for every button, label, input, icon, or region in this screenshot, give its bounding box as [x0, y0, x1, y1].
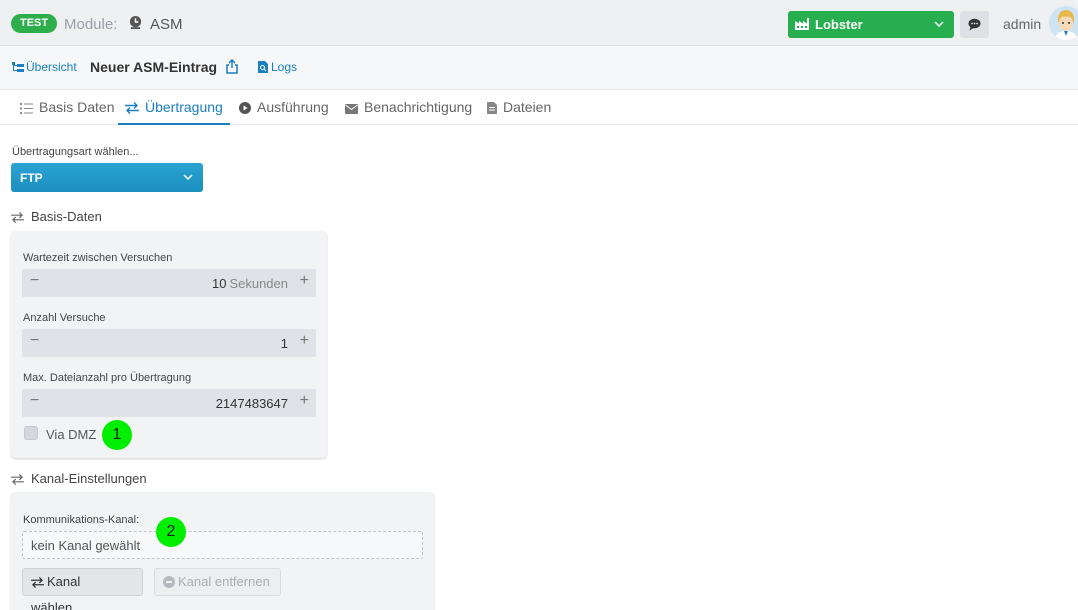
overview-link-label: Übersicht: [26, 60, 77, 74]
via-dmz-checkbox[interactable]: [24, 426, 38, 440]
list-icon: [20, 103, 33, 114]
decrement-button[interactable]: −: [30, 332, 44, 350]
max-files-label: Max. Dateianzahl pro Übertragung: [23, 372, 192, 384]
module-name: ASM: [150, 16, 183, 33]
channel-settings-title: Kanal-Einstellungen: [31, 471, 147, 486]
tab-uebertragung[interactable]: Übertragung: [118, 90, 230, 125]
transfer-type-value: FTP: [20, 171, 43, 185]
export-icon[interactable]: [224, 59, 240, 75]
wait-time-value: 10 Sekunden: [211, 276, 288, 291]
sitemap-icon: [12, 62, 24, 72]
increment-button[interactable]: +: [300, 332, 309, 350]
factory-icon: [795, 18, 809, 30]
increment-button[interactable]: +: [300, 392, 309, 410]
attempts-value: 1: [280, 336, 288, 351]
overview-link[interactable]: Übersicht: [12, 60, 77, 74]
tab-benachrichtigung[interactable]: Benachrichtigung: [345, 90, 472, 125]
play-icon: [239, 102, 251, 114]
tab-bar: Basis Daten Übertragung Ausführung Benac…: [0, 90, 1078, 125]
attempts-stepper[interactable]: − 1 +: [22, 329, 316, 357]
module-label: Module:: [64, 16, 118, 33]
comment-icon: [968, 18, 981, 31]
tab-label: Übertragung: [145, 99, 223, 115]
tab-label: Basis Daten: [39, 99, 115, 115]
minus-circle-icon: [163, 576, 175, 588]
environment-badge: TEST: [11, 14, 58, 33]
basis-daten-heading: Basis-Daten: [11, 209, 102, 224]
tab-label: Dateien: [503, 99, 552, 115]
chevron-down-icon: [934, 21, 944, 28]
transfer-icon: [11, 474, 24, 485]
entry-toolbar: Übersicht Neuer ASM-Eintrag Logs: [0, 46, 1078, 90]
user-avatar[interactable]: [1049, 6, 1078, 40]
chevron-down-icon: [183, 174, 193, 181]
tab-dateien[interactable]: Dateien: [487, 90, 551, 125]
decrement-button[interactable]: −: [30, 272, 44, 290]
transfer-icon: [125, 102, 139, 114]
max-files-value: 2147483647: [215, 396, 288, 411]
tab-ausfuehrung[interactable]: Ausführung: [239, 90, 329, 125]
tenant-select[interactable]: Lobster: [788, 11, 954, 38]
increment-button[interactable]: +: [300, 272, 309, 290]
transfer-type-label: Übertragungsart wählen...: [12, 146, 139, 158]
page-title: Neuer ASM-Eintrag: [90, 59, 218, 75]
tab-label: Ausführung: [257, 99, 329, 115]
wait-time-label: Wartezeit zwischen Versuchen: [23, 252, 173, 264]
attempts-label: Anzahl Versuche: [23, 312, 106, 324]
max-files-stepper[interactable]: − 2147483647 +: [22, 389, 316, 417]
annotation-marker-2: 2: [156, 517, 186, 547]
tenant-label: Lobster: [815, 17, 863, 32]
envelope-icon: [345, 104, 358, 114]
clock-icon: [129, 15, 142, 30]
avatar-icon: [1049, 6, 1078, 40]
channel-settings-heading: Kanal-Einstellungen: [11, 471, 147, 486]
annotation-marker-1: 1: [102, 420, 132, 450]
logs-link-label: Logs: [271, 60, 298, 74]
top-header: TEST Module: ASM Lobster admin: [0, 0, 1078, 46]
channel-field: kein Kanal gewählt: [22, 531, 423, 559]
wait-time-stepper[interactable]: − 10 Sekunden +: [22, 269, 316, 297]
file-search-icon: [258, 61, 268, 73]
remove-channel-button[interactable]: Kanal entfernen: [154, 568, 281, 596]
channel-value: kein Kanal gewählt: [31, 538, 141, 553]
transfer-icon: [11, 212, 24, 223]
choose-channel-button[interactable]: Kanal wählen...: [22, 568, 143, 610]
user-name[interactable]: admin: [1003, 16, 1041, 32]
remove-channel-label: Kanal entfernen: [178, 574, 270, 589]
via-dmz-label[interactable]: Via DMZ: [46, 427, 96, 442]
channel-label: Kommunikations-Kanal:: [23, 514, 140, 526]
tab-basis-daten[interactable]: Basis Daten: [20, 90, 114, 125]
decrement-button[interactable]: −: [30, 392, 44, 410]
transfer-icon: [31, 577, 44, 588]
file-icon: [487, 102, 497, 114]
basis-daten-title: Basis-Daten: [31, 209, 102, 224]
logs-link[interactable]: Logs: [258, 60, 297, 74]
chat-button[interactable]: [960, 11, 989, 38]
transfer-type-select[interactable]: FTP: [11, 163, 203, 192]
tab-label: Benachrichtigung: [364, 99, 473, 115]
